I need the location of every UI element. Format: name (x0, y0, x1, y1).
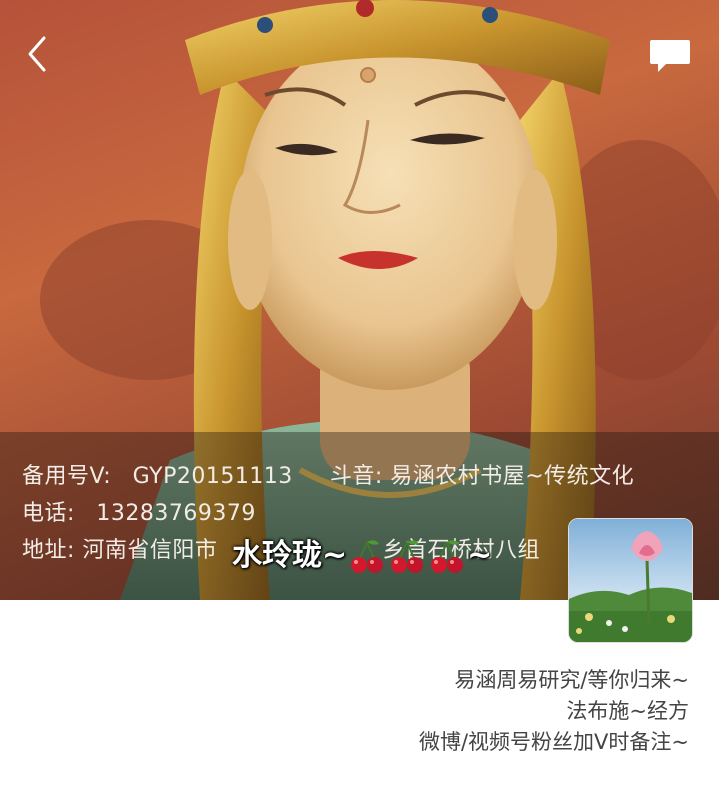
cherry-icon (391, 539, 424, 573)
backup-id-line: 备用号V: GYP20151113 斗音: 易涵农村书屋~传统文化 (22, 458, 634, 490)
profile-nickname: 水玲珑~ ~ (232, 530, 492, 576)
chat-bubble-icon (650, 40, 690, 72)
address-value: 河南省信阳市 (82, 538, 218, 563)
message-button[interactable] (648, 36, 692, 76)
cherry-icon (351, 539, 384, 573)
phone-value: 13283769379 (96, 501, 256, 526)
backup-id-label: 备用号V: (22, 464, 112, 489)
chevron-left-icon (28, 36, 46, 72)
bio-line: 微博/视频号粉丝加V时备注~ (418, 730, 689, 754)
phone-label: 电话: (22, 501, 75, 526)
bio-line: 易涵周易研究/等你归来~ (454, 668, 689, 692)
bio-line: 法布施~经方 (566, 699, 689, 723)
phone-line: 电话: 13283769379 (22, 495, 256, 527)
profile-cover: 备用号V: GYP20151113 斗音: 易涵农村书屋~传统文化 电话: 13… (0, 0, 719, 600)
back-button[interactable] (18, 32, 58, 76)
lotus-flower-avatar (569, 519, 692, 642)
profile-bio: 易涵周易研究/等你归来~ 法布施~经方 微博/视频号粉丝加V时备注~ (419, 665, 689, 758)
address-label: 地址: (22, 538, 75, 563)
backup-id-value: GYP20151113 (132, 464, 293, 489)
douyin-value: 易涵农村书屋~传统文化 (390, 464, 635, 489)
nickname-suffix: ~ (467, 538, 493, 573)
avatar[interactable] (568, 518, 693, 643)
nickname-text: 水玲珑~ (232, 538, 348, 573)
douyin-label: 斗音: (329, 464, 383, 489)
cherry-icon (431, 539, 464, 573)
